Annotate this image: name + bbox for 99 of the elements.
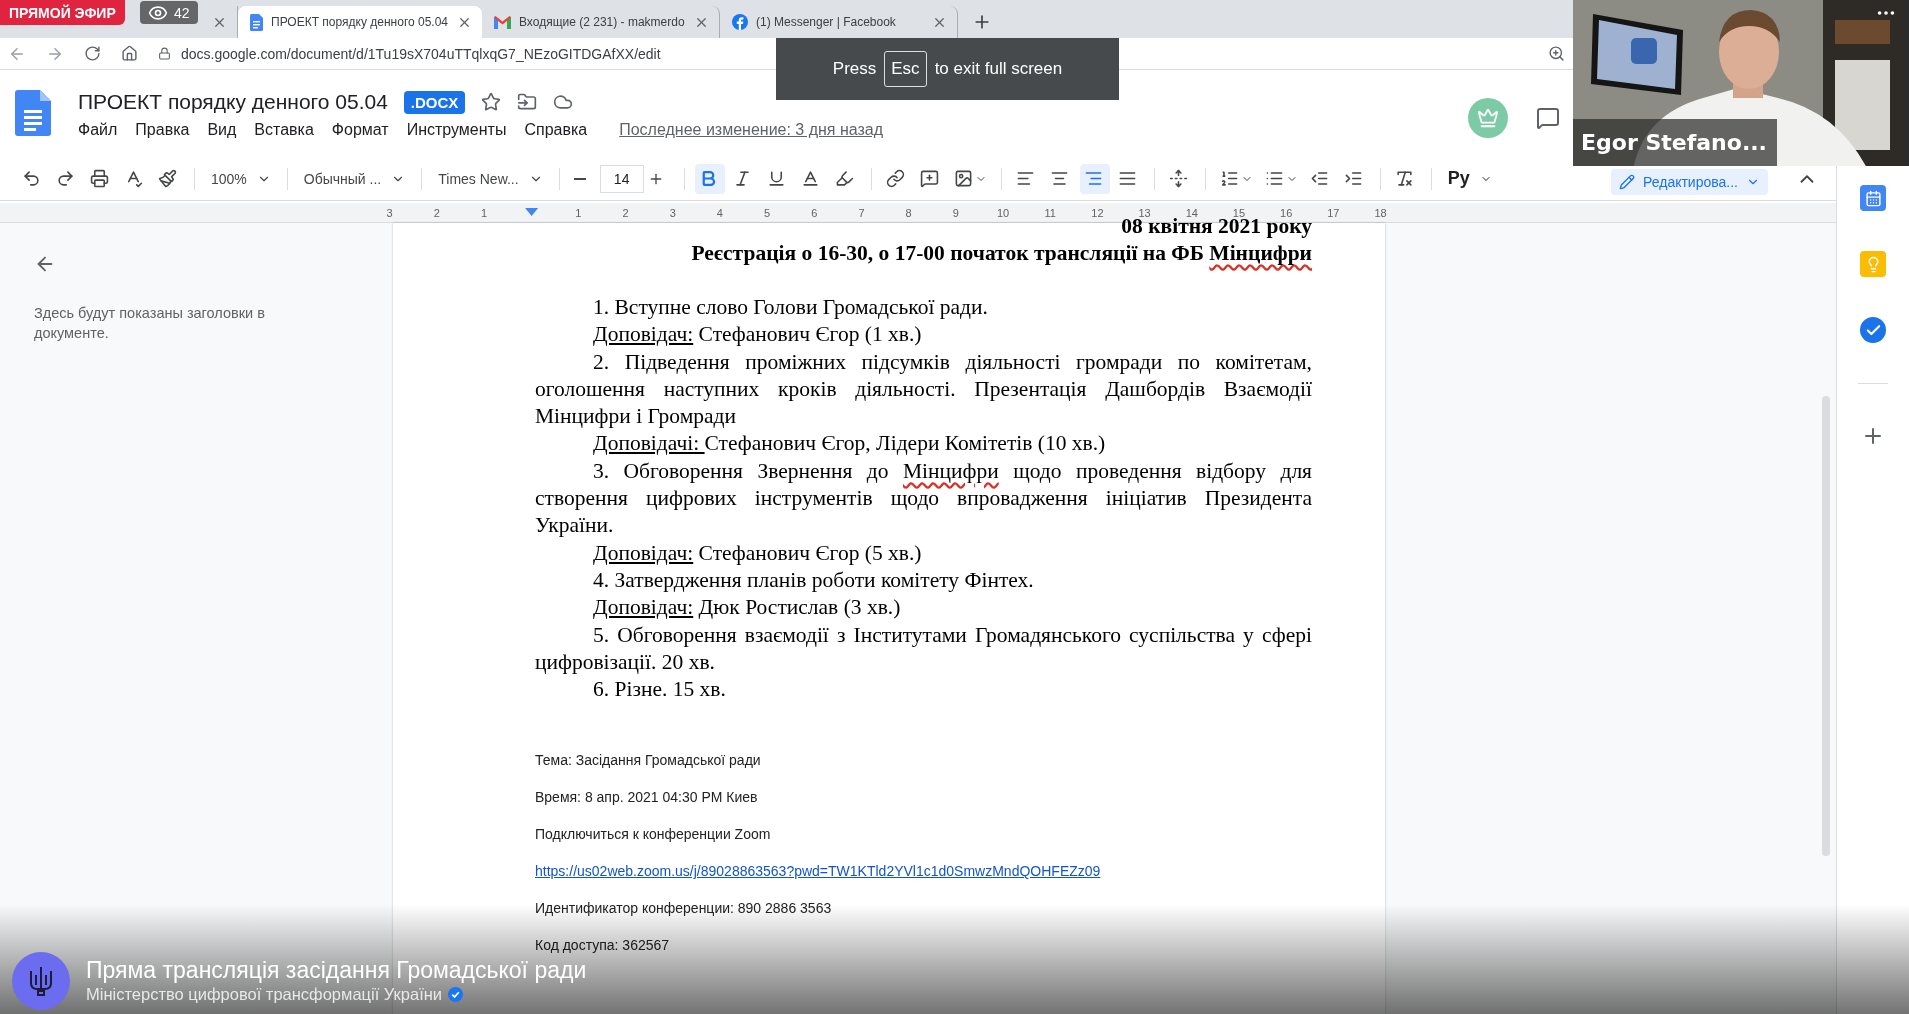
agenda-paragraph: Доповідач: Дюк Ростислав (3 хв.)	[592, 594, 902, 622]
ruler-number: 13	[1137, 206, 1151, 219]
last-edit-link[interactable]: Последнее изменение: 3 дня назад	[619, 121, 884, 139]
add-comment-icon	[919, 169, 939, 188]
ruler-number: 6	[810, 206, 819, 219]
editing-mode-button[interactable]: Редактирова...	[1611, 168, 1768, 195]
align-right-button[interactable]	[1079, 163, 1110, 194]
dropdown[interactable]: Times New...	[432, 163, 549, 194]
decrease-indent-icon	[1309, 169, 1329, 188]
ruler-number: 8	[904, 206, 913, 219]
ruler-number: 12	[1090, 206, 1105, 219]
text-color-icon	[800, 169, 820, 188]
browser-tab[interactable]: ПРОЕКТ порядку денного 05.04	[238, 6, 482, 38]
agenda-paragraph: 1. Вступне слово Голови Громадської ради.	[592, 294, 989, 321]
link-icon	[885, 169, 905, 188]
agenda-paragraph: Доповідачі: Стефанович Єгор, Лідери Комітетів (10 хв.)	[592, 430, 1107, 458]
ruler-number: 11	[1043, 206, 1057, 219]
ruler-number: 2	[621, 206, 630, 219]
menu-item[interactable]: Вид	[207, 121, 245, 139]
ruler-number: 17	[1326, 206, 1341, 219]
meeting-info-line: Идентификатор конференции: 890 2886 3563	[535, 899, 833, 918]
menu-item[interactable]: Справка	[524, 121, 596, 139]
agenda-paragraph: 3. Обговорення Звернення до Мінцифри щодо проведення відбору для створення цифрових інструментів щодо впровадження ініціатив Президента України.	[535, 457, 1312, 540]
meeting-info-line: Подключиться к конференции Zoom	[535, 825, 772, 844]
align-left-icon	[1015, 169, 1035, 188]
menu-item[interactable]: Правка	[135, 121, 198, 139]
highlighter-icon	[834, 169, 854, 188]
line-spacing-icon	[1168, 169, 1188, 188]
ruler-number: 3	[668, 206, 677, 219]
lock-icon	[158, 47, 171, 60]
agenda-paragraph: 6. Різне. 15 хв.	[592, 676, 727, 704]
agenda-paragraph: 5. Обговорення взаємодії з Інститутами Громадянського суспільства у сфері цифровізації. 20 хв.	[535, 621, 1312, 676]
ruler-number: 2	[432, 206, 441, 219]
mail-icon	[494, 15, 511, 29]
scrollbar[interactable]	[1822, 396, 1830, 856]
agenda-paragraph: 2. Підведення проміжних підсумків діяльності громради по комітетам, оголошення наступних кроків діяльності. Презентація Дашбордів Взаємодії Мінцифри і Громради	[535, 348, 1312, 431]
dropdown[interactable]: Обычный ...	[297, 163, 412, 194]
bold-button[interactable]	[694, 163, 725, 194]
underline-icon	[766, 169, 786, 188]
fullscreen-notice: Press Esc to exit full screen	[776, 38, 1119, 100]
meeting-link[interactable]: https://us02web.zoom.us/j/89028863563?pwd=TW1KTld2YVl1c1d0SmwzMndQOHFEZz09	[535, 862, 1101, 881]
ruler-number: 14	[1185, 206, 1198, 219]
ruler-number: 7	[857, 206, 866, 219]
docs-icon	[250, 13, 263, 31]
menu-item[interactable]: Вставка	[254, 121, 322, 139]
clear-formatting-icon	[1394, 169, 1414, 188]
file-type-badge: .DOCX	[403, 90, 466, 114]
minus-icon	[573, 177, 586, 180]
ruler-number: 1	[574, 206, 583, 219]
align-right-icon	[1083, 169, 1103, 188]
insert-image-icon	[953, 169, 973, 188]
cloud-icon[interactable]	[553, 92, 574, 112]
reload-icon[interactable]	[84, 45, 101, 62]
star-icon[interactable]	[481, 92, 502, 112]
menu-item[interactable]: Инструменты	[406, 121, 515, 139]
move-folder-icon[interactable]	[517, 92, 538, 112]
justify-icon	[1117, 169, 1137, 188]
crown-icon	[1477, 107, 1499, 129]
input-language-button[interactable]: Ру	[1441, 163, 1498, 194]
increase-indent-icon	[1343, 169, 1363, 188]
ruler-number: 9	[951, 206, 960, 219]
agenda-paragraph: Доповідач: Стефанович Єгор (1 хв.)	[592, 321, 923, 349]
docs-logo[interactable]	[15, 90, 51, 136]
ruler-number: 4	[715, 206, 724, 219]
meeting-info-line: Тема: Засідання Громадської ради	[535, 751, 762, 770]
ruler-number: 18	[1373, 206, 1388, 219]
menu-item[interactable]: Файл	[78, 121, 126, 139]
agenda-paragraph: 4. Затвердження планів роботи комітету Фінтех.	[592, 566, 1035, 594]
trident-icon	[28, 965, 54, 997]
tasks-icon[interactable]	[1860, 317, 1886, 343]
zoom-icon[interactable]	[1548, 45, 1565, 62]
numbered-list-icon	[1219, 169, 1239, 188]
pencil-icon	[1619, 173, 1635, 190]
stream-title: Пряма трансляція засідання Громадської ради	[86, 958, 587, 983]
meeting-info-line: Код доступа: 362567	[535, 936, 671, 955]
ruler-number: 3	[385, 206, 394, 219]
dropdown[interactable]: 100%	[205, 163, 277, 194]
outline-hint: Здесь будут показаны заголовки в документе.	[34, 304, 266, 343]
comments-icon[interactable]	[1536, 106, 1560, 130]
address-bar[interactable]: docs.google.com/document/d/1Tu19sX704uTTqlxqG7_NEzoGITDGAfXX/edit	[181, 45, 661, 62]
registration-heading: Реєстрація о 16-30, о 17-00 початок трансляції на ФБ Мінцифри	[690, 240, 1312, 267]
home-icon[interactable]	[121, 45, 138, 62]
agenda-paragraph: Доповідач: Стефанович Єгор (5 хв.)	[592, 539, 923, 567]
bulleted-list-icon	[1264, 169, 1284, 188]
facebook-icon	[732, 14, 748, 30]
menu-item[interactable]: Формат	[331, 121, 397, 139]
meeting-info-line: Время: 8 апр. 2021 04:30 PM Киев	[535, 788, 759, 807]
calendar-icon[interactable]	[1860, 185, 1886, 211]
align-center-icon	[1049, 169, 1069, 188]
participant-name: Egor Stefano...	[1573, 119, 1777, 166]
ruler-number: 5	[763, 206, 772, 219]
document-title[interactable]: ПРОЕКТ порядку денного 05.04	[78, 90, 388, 114]
ruler-number: 15	[1231, 206, 1247, 219]
ruler-number: 1	[479, 206, 489, 219]
viewer-count: 42	[174, 4, 190, 21]
live-badge: ПРЯМОЙ ЭФИР	[0, 0, 125, 25]
ruler-number: 10	[995, 206, 1011, 219]
font-size-field[interactable]: 14	[599, 164, 644, 193]
ruler-number: 16	[1279, 206, 1294, 219]
